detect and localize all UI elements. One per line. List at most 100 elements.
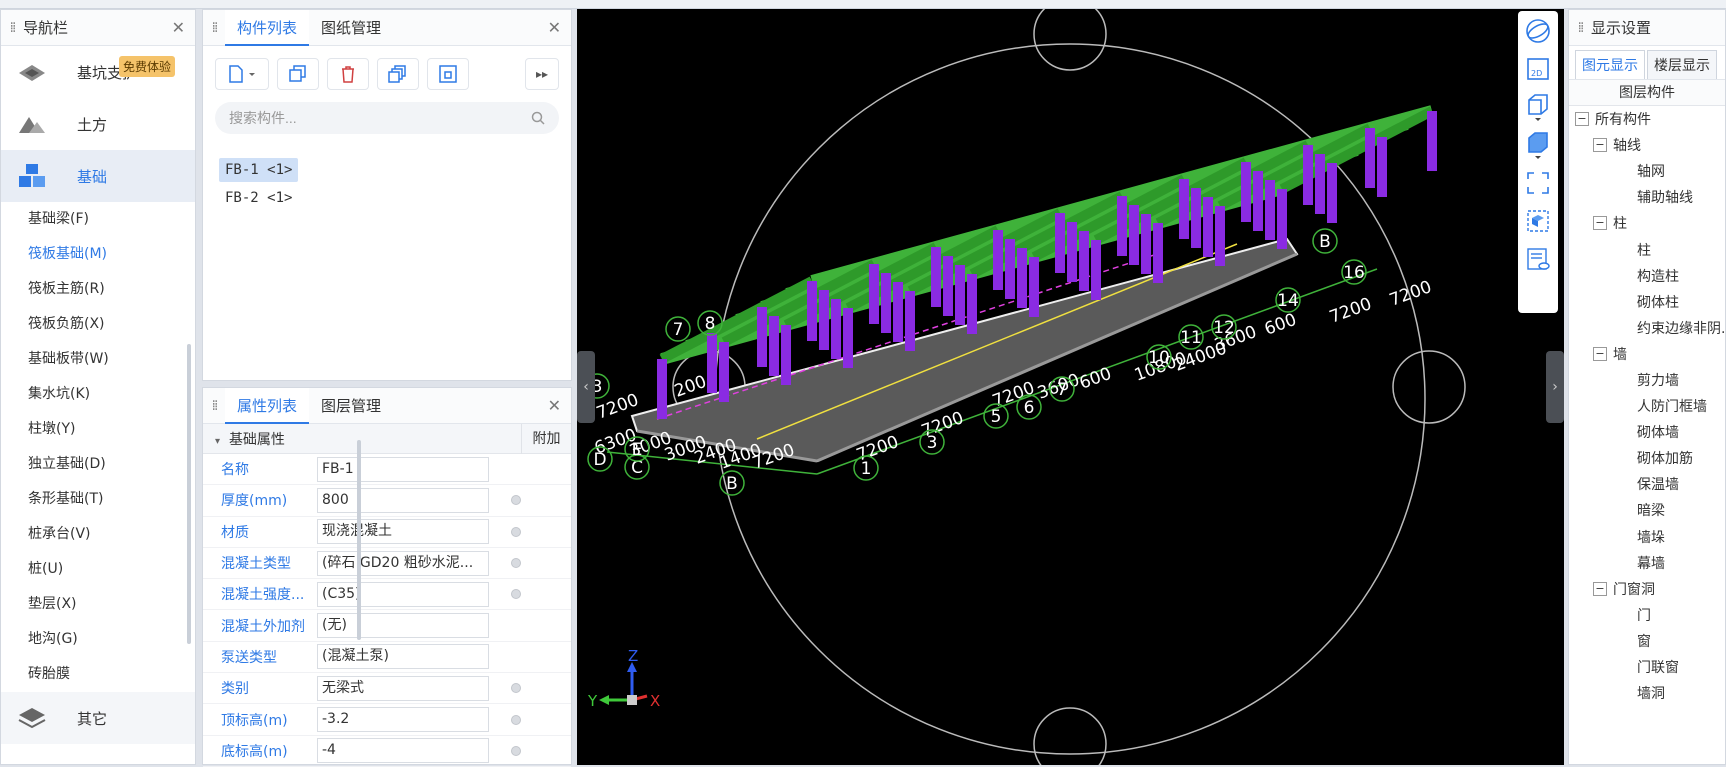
- column[interactable]: [807, 281, 817, 341]
- attach-checkbox[interactable]: [511, 683, 521, 694]
- collapse-toggle-icon[interactable]: −: [1575, 112, 1589, 127]
- component-item-fb2[interactable]: FB-2 <1>: [219, 186, 298, 210]
- column[interactable]: [955, 265, 965, 325]
- column[interactable]: [1091, 240, 1101, 300]
- nav-category-earthwork[interactable]: 土方: [1, 98, 195, 150]
- layer-tree-row[interactable]: 保温墙: [1569, 471, 1725, 497]
- nav-subitem[interactable]: 垫层(X): [1, 587, 195, 622]
- orbit-handle-top[interactable]: [1033, 9, 1107, 71]
- import-button[interactable]: [427, 58, 469, 90]
- drag-grip-icon[interactable]: ⁞⁞: [203, 398, 225, 414]
- property-group-header[interactable]: ▾ 基础属性 附加: [203, 423, 571, 454]
- column[interactable]: [1215, 206, 1225, 266]
- property-value[interactable]: (混凝土泵): [317, 644, 489, 670]
- attach-checkbox[interactable]: [511, 714, 521, 725]
- layer-tree-row[interactable]: − 柱: [1569, 210, 1725, 236]
- tab-layer-management[interactable]: 图层管理: [309, 388, 393, 424]
- collapse-toggle-icon[interactable]: −: [1593, 138, 1607, 153]
- nav-subitem[interactable]: 筏板主筋(R): [1, 272, 195, 307]
- column[interactable]: [993, 230, 1003, 290]
- column[interactable]: [1277, 189, 1287, 249]
- column[interactable]: [869, 264, 879, 324]
- column[interactable]: [1153, 223, 1163, 283]
- column[interactable]: [1265, 180, 1275, 240]
- column[interactable]: [1079, 231, 1089, 291]
- solid-view-button[interactable]: [1524, 131, 1552, 159]
- attach-checkbox[interactable]: [511, 745, 521, 756]
- layer-tree-row[interactable]: 门: [1569, 602, 1725, 628]
- column[interactable]: [1055, 213, 1065, 273]
- layer-tree-row[interactable]: 剪力墙: [1569, 367, 1725, 393]
- drag-grip-icon[interactable]: ⁞⁞: [203, 20, 225, 36]
- tab-property-list[interactable]: 属性列表: [225, 387, 310, 424]
- close-icon[interactable]: ✕: [548, 396, 561, 415]
- property-value[interactable]: 现浇混凝土: [317, 519, 489, 545]
- property-value[interactable]: (无): [317, 613, 489, 639]
- search-input[interactable]: [229, 110, 519, 126]
- column[interactable]: [943, 256, 953, 316]
- property-value[interactable]: 800: [317, 487, 489, 513]
- layer-tree-row[interactable]: 柱: [1569, 236, 1725, 262]
- nav-subitem[interactable]: 地沟(G): [1, 622, 195, 657]
- column[interactable]: [1427, 111, 1437, 171]
- property-value[interactable]: -4: [317, 738, 489, 764]
- tab-floor-display[interactable]: 楼层显示: [1647, 50, 1717, 79]
- layer-tree-row[interactable]: 人防门框墙: [1569, 393, 1725, 419]
- column[interactable]: [881, 273, 891, 333]
- layer-tree-row[interactable]: 砌体柱: [1569, 289, 1725, 315]
- layer-tree-row[interactable]: 暗梁: [1569, 497, 1725, 523]
- attach-checkbox[interactable]: [511, 589, 521, 600]
- collapse-toggle-icon[interactable]: −: [1593, 216, 1607, 231]
- layer-tree-row[interactable]: 构造柱: [1569, 263, 1725, 289]
- column[interactable]: [1067, 222, 1077, 282]
- property-value[interactable]: 无梁式: [317, 675, 489, 701]
- free-trial-badge[interactable]: 免费体验: [119, 56, 176, 77]
- box-select-button[interactable]: [1524, 207, 1552, 235]
- column[interactable]: [1179, 179, 1189, 239]
- layer-tree-row[interactable]: 砌体加筋: [1569, 445, 1725, 471]
- column[interactable]: [905, 291, 915, 351]
- right-collapse-handle[interactable]: ›: [1546, 351, 1564, 423]
- column[interactable]: [1117, 196, 1127, 256]
- column[interactable]: [893, 282, 903, 342]
- view-2d-button[interactable]: 2D: [1524, 55, 1552, 83]
- attach-checkbox[interactable]: [511, 558, 521, 569]
- nav-scrollbar[interactable]: [187, 344, 191, 644]
- column[interactable]: [657, 359, 667, 419]
- tab-drawing-management[interactable]: 图纸管理: [309, 10, 393, 46]
- attach-checkbox[interactable]: [511, 495, 521, 506]
- nav-category-other[interactable]: 其它: [1, 692, 195, 744]
- column[interactable]: [1017, 248, 1027, 308]
- column[interactable]: [931, 247, 941, 307]
- collapse-triangle-icon[interactable]: ▾: [215, 436, 220, 447]
- property-value[interactable]: (C35): [317, 581, 489, 607]
- column[interactable]: [757, 307, 767, 367]
- column[interactable]: [1241, 162, 1251, 222]
- column[interactable]: [819, 290, 829, 350]
- column[interactable]: [1377, 137, 1387, 197]
- tab-component-list[interactable]: 构件列表: [225, 9, 310, 46]
- column[interactable]: [1129, 205, 1139, 265]
- layer-tree-row[interactable]: 辅助轴线: [1569, 184, 1725, 210]
- column[interactable]: [831, 299, 841, 359]
- property-value[interactable]: FB-1: [317, 456, 489, 482]
- column[interactable]: [1029, 257, 1039, 317]
- layer-tree-row[interactable]: − 所有构件: [1569, 106, 1725, 132]
- layer-tree-row[interactable]: 幕墙: [1569, 550, 1725, 576]
- component-item-fb1[interactable]: FB-1 <1>: [219, 158, 299, 182]
- left-collapse-handle[interactable]: ‹: [577, 351, 595, 423]
- orbit-handle-right[interactable]: [1392, 350, 1466, 424]
- orbit-handle-bottom[interactable]: [1033, 707, 1107, 765]
- column[interactable]: [1191, 188, 1201, 248]
- layer-tree-row[interactable]: 窗: [1569, 628, 1725, 654]
- layer-tree-row[interactable]: 门联窗: [1569, 654, 1725, 680]
- delete-button[interactable]: [327, 58, 369, 90]
- close-icon[interactable]: ✕: [172, 18, 185, 37]
- property-value[interactable]: -3.2: [317, 707, 489, 733]
- column[interactable]: [707, 333, 717, 393]
- display-options-button[interactable]: [1524, 245, 1552, 273]
- column[interactable]: [1203, 197, 1213, 257]
- nav-subitem[interactable]: 筏板负筋(X): [1, 307, 195, 342]
- beam-column-frame[interactable]: [657, 105, 1437, 419]
- copy-to-floor-button[interactable]: [377, 58, 419, 90]
